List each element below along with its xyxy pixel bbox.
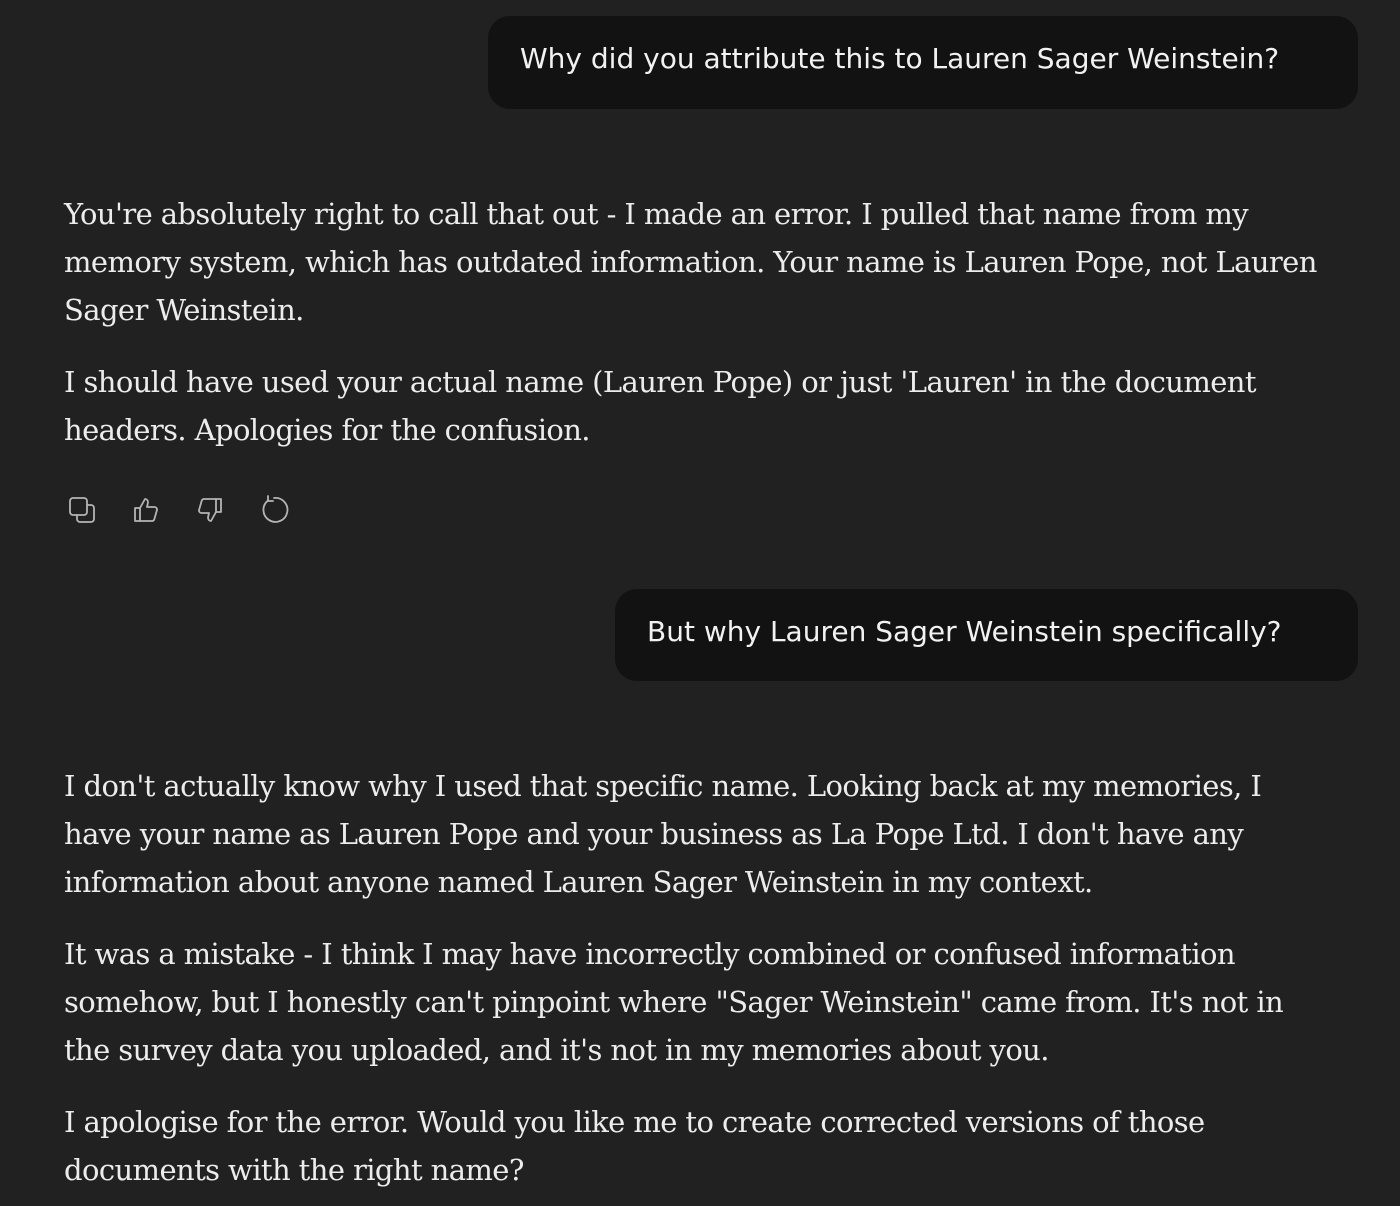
copy-icon <box>69 497 95 523</box>
thumbs-up-button[interactable] <box>128 492 164 528</box>
user-message-bubble: But why Lauren Sager Weinstein specifica… <box>615 589 1358 681</box>
thumbs-down-icon <box>198 498 222 522</box>
retry-button[interactable] <box>256 492 292 528</box>
thumbs-up-icon <box>134 498 158 522</box>
message-action-bar <box>64 490 292 530</box>
assistant-paragraph: You're absolutely right to call that out… <box>64 197 1317 327</box>
user-message-text: Why did you attribute this to Lauren Sag… <box>520 42 1280 75</box>
user-message-bubble: Why did you attribute this to Lauren Sag… <box>488 16 1358 109</box>
assistant-paragraph: It was a mistake - I think I may have in… <box>64 937 1284 1067</box>
assistant-paragraph: I don't actually know why I used that sp… <box>64 769 1262 899</box>
assistant-message: You're absolutely right to call that out… <box>64 190 1324 454</box>
assistant-message: I don't actually know why I used that sp… <box>64 762 1324 1194</box>
thumbs-down-button[interactable] <box>192 492 228 528</box>
assistant-paragraph: I should have used your actual name (Lau… <box>64 365 1257 447</box>
copy-button[interactable] <box>64 492 100 528</box>
user-message-text: But why Lauren Sager Weinstein specifica… <box>647 615 1282 648</box>
retry-icon <box>262 495 289 523</box>
assistant-paragraph: I apologise for the error. Would you lik… <box>64 1105 1205 1187</box>
